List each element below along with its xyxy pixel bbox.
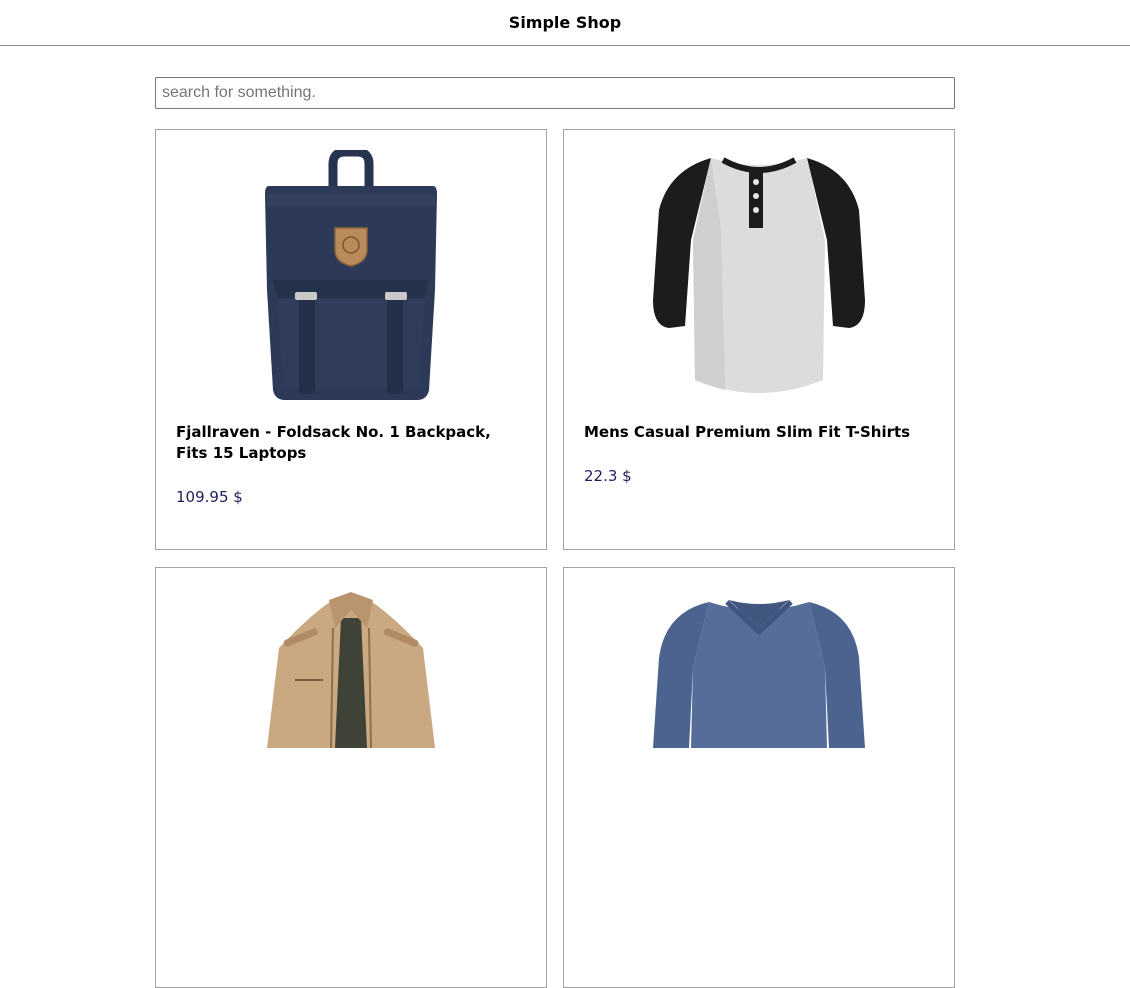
product-name: Mens Casual Premium Slim Fit T-Shirts xyxy=(584,423,911,441)
backpack-image xyxy=(156,150,546,400)
page-header: Simple Shop xyxy=(0,0,1130,46)
longsleeve-shirt-image xyxy=(564,588,954,838)
search-input[interactable] xyxy=(155,77,955,109)
page-title: Simple Shop xyxy=(508,13,622,32)
product-price: 22.3 $ xyxy=(584,467,632,485)
product-card[interactable] xyxy=(563,567,955,988)
raglan-tshirt-image xyxy=(564,150,954,400)
product-card[interactable] xyxy=(155,567,547,988)
product-price: 109.95 $ xyxy=(176,488,243,506)
product-name: Fjallraven - Foldsack No. 1 Backpack, Fi… xyxy=(176,423,491,462)
jacket-image xyxy=(156,588,546,838)
product-card[interactable]: Mens Casual Premium Slim Fit T-Shirts 22… xyxy=(563,129,955,550)
product-card[interactable]: Fjallraven - Foldsack No. 1 Backpack, Fi… xyxy=(155,129,547,550)
